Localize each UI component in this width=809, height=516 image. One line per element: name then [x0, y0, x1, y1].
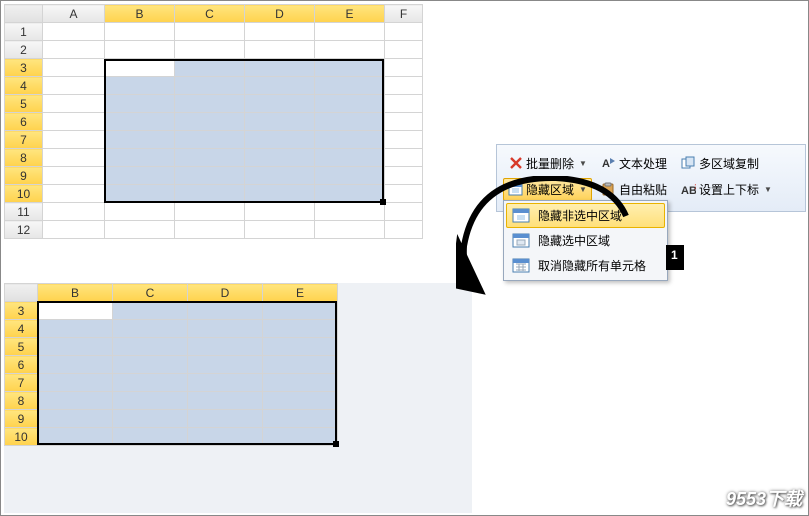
svg-text:A: A — [602, 158, 610, 170]
col-header-B[interactable]: B — [105, 5, 175, 23]
row-header[interactable]: 4 — [5, 320, 38, 338]
batch-delete-button[interactable]: 批量删除 ▼ — [503, 152, 592, 175]
label: 自由粘贴 — [619, 181, 667, 198]
row-header[interactable]: 3 — [5, 302, 38, 320]
chevron-down-icon: ▼ — [764, 185, 772, 194]
row-header[interactable]: 1 — [5, 23, 43, 41]
label: 多区域复制 — [699, 155, 759, 172]
row-header[interactable]: 7 — [5, 374, 38, 392]
row-header[interactable]: 3 — [5, 59, 43, 77]
row-header[interactable]: 9 — [5, 167, 43, 185]
row-header[interactable]: 5 — [5, 95, 43, 113]
col-header-B[interactable]: B — [38, 284, 113, 302]
chevron-down-icon: ▼ — [579, 185, 587, 194]
superscript-icon: AB1 — [681, 182, 696, 197]
select-all-corner[interactable] — [5, 284, 38, 302]
hidden-area-bg — [4, 445, 472, 513]
col-header-C[interactable]: C — [113, 284, 188, 302]
col-header-D[interactable]: D — [188, 284, 263, 302]
row-header[interactable]: 5 — [5, 338, 38, 356]
set-subscript-button[interactable]: AB1 设置上下标 ▼ — [676, 178, 777, 201]
select-all-corner[interactable] — [5, 5, 43, 23]
menu-hide-selected[interactable]: 隐藏选中区域 — [506, 228, 665, 253]
free-paste-button[interactable]: 自由粘贴 — [596, 178, 672, 201]
row-header[interactable]: 9 — [5, 410, 38, 428]
label: 隐藏选中区域 — [538, 232, 610, 249]
menu-unhide-all[interactable]: 取消隐藏所有单元格 — [506, 253, 665, 278]
row-header[interactable]: 11 — [5, 203, 43, 221]
delete-x-icon — [508, 156, 523, 171]
row-header[interactable]: 2 — [5, 41, 43, 59]
spreadsheet-after: B C D E 3 4 5 6 7 8 9 10 — [4, 283, 338, 446]
row-header[interactable]: 12 — [5, 221, 43, 239]
unhide-all-icon — [512, 258, 530, 274]
grid[interactable]: A B C D E F 1 2 3 4 5 6 7 8 9 10 11 12 — [4, 4, 423, 239]
col-header-F[interactable]: F — [385, 5, 423, 23]
label: 隐藏区域 — [526, 181, 574, 198]
col-header-A[interactable]: A — [43, 5, 105, 23]
hide-area-button[interactable]: 隐藏区域 ▼ — [503, 178, 592, 201]
chevron-down-icon: ▼ — [579, 159, 587, 168]
col-header-E[interactable]: E — [263, 284, 338, 302]
hide-unselected-icon — [512, 208, 530, 224]
row-header[interactable]: 7 — [5, 131, 43, 149]
col-header-E[interactable]: E — [315, 5, 385, 23]
hide-area-icon — [508, 182, 523, 197]
menu-hide-unselected[interactable]: 隐藏非选中区域 — [506, 203, 665, 228]
step-callout: 1 — [666, 245, 684, 270]
row-header[interactable]: 4 — [5, 77, 43, 95]
label: 批量删除 — [526, 155, 574, 172]
row-header[interactable]: 10 — [5, 185, 43, 203]
hide-selected-icon — [512, 233, 530, 249]
col-header-D[interactable]: D — [245, 5, 315, 23]
grid[interactable]: B C D E 3 4 5 6 7 8 9 10 — [4, 283, 338, 446]
row-header[interactable]: 10 — [5, 428, 38, 446]
multi-copy-icon — [681, 156, 696, 171]
clipboard-icon — [601, 182, 616, 197]
row-header[interactable]: 8 — [5, 149, 43, 167]
col-header-C[interactable]: C — [175, 5, 245, 23]
text-tool-icon: A — [601, 156, 616, 171]
step-number: 1 — [671, 248, 678, 262]
spreadsheet-before: A B C D E F 1 2 3 4 5 6 7 8 9 10 11 12 — [4, 4, 423, 239]
watermark: 9553下载 — [726, 485, 802, 511]
label: 隐藏非选中区域 — [538, 207, 622, 224]
hide-area-dropdown: 隐藏非选中区域 隐藏选中区域 取消隐藏所有单元格 — [503, 200, 668, 281]
label: 设置上下标 — [699, 181, 759, 198]
svg-text:1: 1 — [694, 184, 696, 191]
row-header[interactable]: 6 — [5, 356, 38, 374]
multi-area-copy-button[interactable]: 多区域复制 — [676, 152, 764, 175]
text-process-button[interactable]: A 文本处理 — [596, 152, 672, 175]
row-header[interactable]: 8 — [5, 392, 38, 410]
row-header[interactable]: 6 — [5, 113, 43, 131]
label: 文本处理 — [619, 155, 667, 172]
label: 取消隐藏所有单元格 — [538, 257, 646, 274]
